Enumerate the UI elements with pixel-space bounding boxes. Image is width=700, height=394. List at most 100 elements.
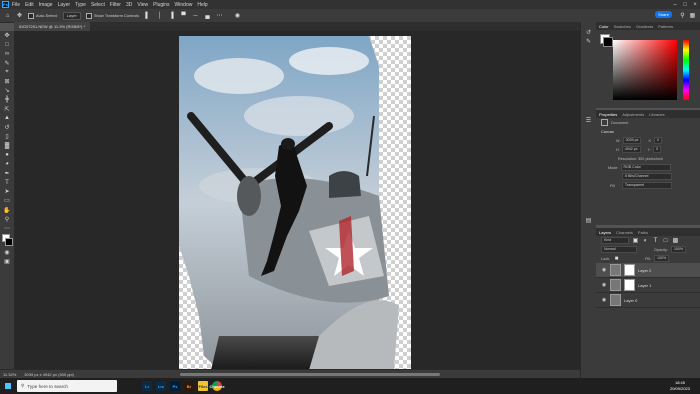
menu-type[interactable]: Type — [75, 2, 86, 8]
marquee-tool-icon[interactable]: □ — [0, 40, 14, 49]
pen-tool-icon[interactable]: ✒ — [0, 169, 14, 178]
menu-image[interactable]: Image — [39, 2, 53, 8]
photoshop-taskbar-icon[interactable]: Ps — [170, 381, 180, 391]
filter-shape-icon[interactable]: □ — [662, 237, 669, 244]
height-input[interactable]: 4942 px — [621, 146, 641, 153]
auto-select-dropdown[interactable]: Layer — [62, 11, 81, 20]
opacity-input[interactable]: 100% — [670, 246, 687, 253]
layer-mask-thumbnail[interactable] — [624, 264, 635, 276]
fill-input[interactable]: 100% — [653, 255, 670, 262]
brush-settings-icon[interactable]: ✎ — [581, 37, 596, 46]
background-color[interactable] — [5, 238, 13, 247]
move-tool-icon[interactable]: ✥ — [16, 12, 23, 19]
zoom-level[interactable]: 11.32% — [3, 372, 16, 377]
horizontal-scrollbar[interactable] — [180, 373, 440, 376]
blend-mode-dropdown[interactable]: Normal — [601, 246, 637, 253]
share-button[interactable]: Share — [655, 11, 672, 18]
more-options-icon[interactable]: ⋯ — [216, 12, 223, 19]
maximize-icon[interactable]: □ — [680, 2, 690, 8]
transform-checkbox[interactable] — [85, 12, 92, 19]
clone-stamp-tool-icon[interactable]: ▲ — [0, 114, 14, 123]
workspace-icon[interactable]: ▦ — [689, 12, 696, 19]
tab-channels[interactable]: Channels — [616, 230, 633, 235]
tab-patterns[interactable]: Patterns — [658, 24, 673, 29]
filter-type-icon[interactable]: T — [652, 237, 659, 244]
mode-dropdown[interactable]: RGB Color — [620, 164, 671, 171]
crop-tool-icon[interactable]: ⌖ — [0, 68, 14, 77]
lightroom-classic-taskbar-icon[interactable]: Lrc — [156, 381, 166, 391]
background-swatch[interactable] — [603, 37, 613, 47]
menu-3d[interactable]: 3D — [126, 2, 132, 8]
gradient-tool-icon[interactable]: ▓ — [0, 141, 14, 150]
layer-mask-thumbnail[interactable] — [624, 279, 635, 291]
menu-view[interactable]: View — [137, 2, 148, 8]
blur-tool-icon[interactable]: ● — [0, 150, 14, 159]
menu-plugins[interactable]: Plugins — [153, 2, 169, 8]
quick-mask-icon[interactable]: ◉ — [0, 248, 14, 257]
zoom-tool-icon[interactable]: ⚲ — [0, 215, 14, 224]
history-panel-icon[interactable]: ↺ — [581, 28, 596, 37]
layer-name[interactable]: Layer 0 — [624, 298, 637, 303]
visibility-eye-icon[interactable]: ◉ — [601, 282, 607, 288]
taskbar-search[interactable]: ⚲ Type here to search — [17, 380, 117, 392]
tab-adjustments[interactable]: Adjustments — [622, 112, 644, 117]
path-select-tool-icon[interactable]: ➤ — [0, 187, 14, 196]
bit-depth-dropdown[interactable]: 8 Bits/Channel — [622, 173, 672, 180]
width-input[interactable]: 3039 px — [622, 137, 642, 144]
close-icon[interactable]: × — [690, 2, 700, 8]
layer-row[interactable]: ◉ Layer 2 — [596, 263, 700, 278]
layers-panel-icon[interactable]: ▤ — [581, 216, 596, 225]
filter-smart-icon[interactable]: ▩ — [672, 237, 679, 244]
color-swatches[interactable] — [0, 233, 14, 248]
lock-icon[interactable]: ■ — [613, 255, 620, 262]
align-middle-icon[interactable]: ─ — [192, 12, 199, 19]
align-bottom-icon[interactable]: ▄ — [204, 12, 211, 19]
tab-properties[interactable]: Properties — [599, 112, 617, 117]
align-left-icon[interactable]: ▌ — [144, 12, 151, 19]
visibility-eye-icon[interactable]: ◉ — [601, 267, 607, 273]
taskbar-clock[interactable]: 18:45 20/09/2023 — [670, 380, 690, 391]
lightroom-taskbar-icon[interactable]: Lr — [142, 381, 152, 391]
menu-edit[interactable]: Edit — [25, 2, 34, 8]
transform-option[interactable]: Show Transform Controls — [85, 12, 139, 19]
lasso-tool-icon[interactable]: ∞ — [0, 49, 14, 58]
tab-paths[interactable]: Paths — [638, 230, 648, 235]
visibility-eye-icon[interactable]: ◉ — [601, 297, 607, 303]
bridge-taskbar-icon[interactable]: Br — [184, 381, 194, 391]
align-right-icon[interactable]: ▐ — [168, 12, 175, 19]
brush-tool-icon[interactable]: ⇱ — [0, 105, 14, 114]
file-explorer-taskbar-icon[interactable]: Files — [198, 381, 208, 391]
tab-swatches[interactable]: Swatches — [614, 24, 631, 29]
more-tools-icon[interactable]: ⋯ — [0, 224, 14, 233]
windows-start-icon[interactable] — [5, 383, 11, 389]
filter-adjustment-icon[interactable]: ◐ — [642, 237, 649, 244]
layer-row[interactable]: ◉ Layer 0 — [596, 293, 700, 308]
frame-tool-icon[interactable]: ⊠ — [0, 77, 14, 86]
screen-mode-icon[interactable]: ▣ — [0, 257, 14, 266]
tab-color[interactable]: Color — [599, 24, 609, 29]
align-center-icon[interactable]: │ — [156, 12, 163, 19]
3d-mode-icon[interactable]: ◉ — [234, 12, 241, 19]
dodge-tool-icon[interactable]: ◕ — [0, 160, 14, 169]
tab-layers[interactable]: Layers — [599, 230, 611, 235]
auto-select-checkbox[interactable] — [28, 12, 34, 19]
quick-select-tool-icon[interactable]: ✎ — [0, 59, 14, 68]
layer-row[interactable]: ◉ Layer 1 — [596, 278, 700, 293]
menu-select[interactable]: Select — [91, 2, 105, 8]
color-picker-field[interactable] — [613, 40, 677, 100]
chrome-taskbar-icon[interactable]: Chrome — [209, 381, 225, 391]
eraser-tool-icon[interactable]: ▯ — [0, 132, 14, 141]
document-tab[interactable]: IDG07251.NEW @ 11.3% (RGB/8*) * — [14, 22, 91, 31]
auto-select-option[interactable]: Auto-Select: — [28, 12, 58, 19]
fill-dropdown[interactable]: Transparent — [621, 182, 672, 189]
layer-name[interactable]: Layer 2 — [638, 268, 651, 273]
x-input[interactable]: 0 — [653, 137, 662, 144]
type-tool-icon[interactable]: T — [0, 178, 14, 187]
align-top-icon[interactable]: ▀ — [180, 12, 187, 19]
menu-filter[interactable]: Filter — [110, 2, 121, 8]
hand-tool-icon[interactable]: ✋ — [0, 206, 14, 215]
healing-brush-tool-icon[interactable]: ╋ — [0, 95, 14, 104]
menu-window[interactable]: Window — [175, 2, 193, 8]
kind-filter-dropdown[interactable]: Kind — [601, 237, 629, 244]
search-icon[interactable]: ⚲ — [679, 12, 686, 19]
